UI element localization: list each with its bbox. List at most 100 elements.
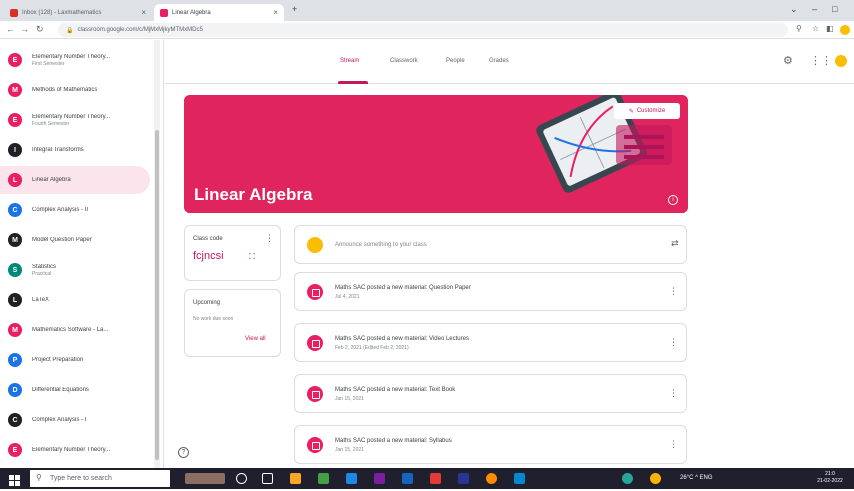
taskbar-search-input[interactable]: ⚲ Type here to search: [30, 470, 170, 487]
stream-post[interactable]: Maths SAC posted a new material: Questio…: [294, 272, 687, 311]
windows-start-icon[interactable]: [9, 473, 20, 486]
taskbar-clock[interactable]: 21:0 21-02-2022: [810, 471, 850, 485]
sidebar-item-text: Elementary Number Theory...: [32, 447, 110, 453]
back-icon[interactable]: ←: [6, 24, 15, 34]
minimize-icon[interactable]: –: [812, 4, 817, 14]
star-icon[interactable]: ☆: [812, 24, 819, 33]
weather-widget-icon[interactable]: [185, 473, 225, 484]
stream-post[interactable]: Maths SAC posted a new material: Video L…: [294, 323, 687, 362]
browser-tab-gmail[interactable]: Inbox (128) - Laxmathematics ×: [4, 4, 152, 21]
post-date: Feb 2, 2021 (Edited Feb 2, 2021): [335, 345, 409, 351]
app-icon[interactable]: [374, 473, 385, 484]
sidebar-item-label: Methods of Mathematics: [32, 87, 98, 93]
apps-grid-icon[interactable]: ⋮⋮: [810, 54, 832, 67]
tray-app-icon[interactable]: [622, 473, 633, 484]
sidebar-item-class[interactable]: P Project Preparation: [0, 346, 150, 374]
more-options-icon[interactable]: ⋮: [669, 439, 678, 450]
customize-button[interactable]: ✎ Customize: [614, 103, 680, 119]
close-tab-icon[interactable]: ×: [273, 8, 278, 17]
profile-avatar-icon[interactable]: [840, 25, 850, 35]
upcoming-card: Upcoming No work due soon View all: [184, 289, 281, 357]
help-icon[interactable]: ?: [178, 447, 189, 458]
tab-stream[interactable]: Stream: [340, 58, 359, 64]
sidebar-item-text: Mathematics Software - La...: [32, 327, 108, 333]
sidebar-item-class[interactable]: C Complex Analysis - II: [0, 196, 150, 224]
chevron-down-icon[interactable]: ⌄: [790, 4, 798, 15]
browser-toolbar: ← → ↻ 🔒 classroom.google.com/c/MjMxMjkyM…: [0, 21, 854, 39]
more-options-icon[interactable]: ⋮: [669, 337, 678, 348]
browser-tab-label: Inbox (128) - Laxmathematics: [22, 9, 102, 16]
sidebar-item-class[interactable]: D Differential Equations: [0, 376, 150, 404]
sidebar-item-text: Methods of Mathematics: [32, 87, 97, 93]
gear-icon[interactable]: ⚙: [783, 54, 793, 67]
address-bar[interactable]: 🔒 classroom.google.com/c/MjMxMjkyMTMxMDc…: [58, 23, 788, 37]
more-options-icon[interactable]: ⋮: [265, 233, 274, 244]
more-options-icon[interactable]: ⋮: [669, 286, 678, 297]
new-tab-button[interactable]: +: [292, 4, 297, 14]
repost-icon[interactable]: ⇄: [671, 238, 679, 249]
sidebar-item-class[interactable]: S Statistics Practical: [0, 256, 150, 284]
sidebar-item-label: Elementary Number Theory...: [32, 447, 111, 453]
task-view-icon[interactable]: [262, 473, 273, 484]
sidebar-item-class[interactable]: E Elementary Number Theory... First Semest…: [0, 46, 150, 74]
sidebar-item-class[interactable]: M Methods of Mathematics: [0, 76, 150, 104]
search-icon: ⚲: [36, 473, 42, 482]
sidebar-item-label: Complex Analysis - II: [32, 207, 89, 213]
sidebar-item-label: Project Preparation: [32, 357, 84, 363]
material-icon: [307, 437, 323, 453]
tab-classwork[interactable]: Classwork: [390, 58, 418, 64]
sidebar-item-class[interactable]: E Elementary Number Theory... Fourth Semes…: [0, 106, 150, 134]
reload-icon[interactable]: ↻: [36, 24, 44, 35]
photos-icon[interactable]: [514, 473, 525, 484]
stream-post[interactable]: Maths SAC posted a new material: Text Bo…: [294, 374, 687, 413]
user-avatar: [307, 237, 323, 253]
close-tab-icon[interactable]: ×: [141, 8, 146, 17]
class-avatar: D: [8, 383, 22, 397]
forward-icon[interactable]: →: [20, 24, 29, 34]
sidebar-scrollbar-thumb[interactable]: [155, 130, 159, 460]
lock-icon: 🔒: [66, 27, 74, 34]
app-icon[interactable]: [458, 473, 469, 484]
account-avatar[interactable]: [835, 55, 847, 67]
expand-code-icon[interactable]: ⛶: [249, 252, 255, 262]
sidebar-item-text: Statistics Practical: [32, 264, 56, 277]
more-options-icon[interactable]: ⋮: [669, 388, 678, 399]
sidebar-item-text: LaTeX: [32, 297, 49, 303]
class-code-card: Class code ⋮ fcjncsi ⛶: [184, 225, 281, 281]
sidebar-item-class[interactable]: I Integral Transforms: [0, 136, 150, 164]
announce-box[interactable]: Announce something to your class ⇄: [294, 225, 687, 264]
cortana-icon[interactable]: [236, 473, 247, 484]
search-icon[interactable]: ⚲: [796, 24, 802, 33]
restore-icon[interactable]: □: [832, 4, 837, 14]
view-all-link[interactable]: View all: [245, 336, 266, 342]
sidebar-item-label: Differential Equations: [32, 387, 89, 393]
excel-icon[interactable]: [318, 473, 329, 484]
class-avatar: S: [8, 263, 22, 277]
class-avatar: M: [8, 323, 22, 337]
browser-tab-label: Linear Algebra: [172, 9, 211, 16]
word-icon[interactable]: [346, 473, 357, 484]
sidebar-item-class[interactable]: M Mathematics Software - La...: [0, 316, 150, 344]
sidebar-item-class[interactable]: E Elementary Number Theory...: [0, 436, 150, 464]
class-code-label: Class code: [193, 236, 223, 242]
sidebar-item-class[interactable]: C Complex Analysis - I: [0, 406, 150, 434]
stream-post[interactable]: Maths SAC posted a new material: Syllabu…: [294, 425, 687, 464]
sidebar-item-text: Elementary Number Theory... Fourth Semest…: [32, 114, 110, 127]
extensions-icon[interactable]: ◧: [826, 24, 834, 33]
store-icon[interactable]: [402, 473, 413, 484]
browser-tab-classroom[interactable]: Linear Algebra ×: [154, 4, 284, 21]
class-avatar: C: [8, 203, 22, 217]
sidebar-item-class[interactable]: L Linear Algebra: [0, 166, 150, 194]
class-avatar: E: [8, 443, 22, 457]
file-explorer-icon[interactable]: [290, 473, 301, 484]
class-info-icon[interactable]: i: [668, 195, 678, 205]
tab-people[interactable]: People: [446, 58, 465, 64]
office-icon[interactable]: [430, 473, 441, 484]
sidebar-item-text: Integral Transforms: [32, 147, 84, 153]
weather-icon[interactable]: [650, 473, 661, 484]
sidebar-item-class[interactable]: L LaTeX: [0, 286, 150, 314]
sidebar-item-class[interactable]: M Model Question Paper: [0, 226, 150, 254]
system-tray[interactable]: 26°C ^ ENG: [680, 475, 713, 481]
tab-grades[interactable]: Grades: [489, 58, 509, 64]
chrome-icon[interactable]: [486, 473, 497, 484]
